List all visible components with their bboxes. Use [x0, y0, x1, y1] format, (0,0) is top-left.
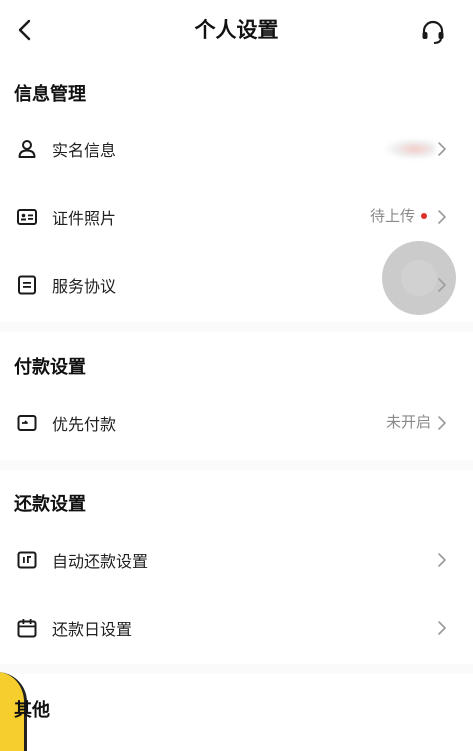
calendar-icon — [17, 619, 37, 638]
row-auto-repay[interactable]: 自动还款设置 — [0, 526, 473, 594]
document-icon — [18, 275, 36, 295]
row-real-name-info[interactable]: 实名信息 — [0, 115, 473, 183]
headset-icon[interactable] — [419, 18, 447, 46]
page-title: 个人设置 — [194, 18, 279, 42]
row-label: 优先付款 — [52, 415, 117, 434]
row-priority-payment[interactable]: 优先付款 未开启 — [0, 389, 473, 457]
top-bar: 个人设置 — [0, 0, 473, 60]
chevron-right-icon — [438, 210, 446, 224]
row-repay-day[interactable]: 还款日设置 — [0, 594, 473, 662]
status-dot — [421, 213, 427, 219]
personal-settings-page: 个人设置 信息管理 实名信息 证件照片 待上传 服务协议 付款设置 优先付款 未… — [0, 0, 473, 751]
section-title-other: 其他 — [14, 700, 50, 721]
row-label: 证件照片 — [52, 209, 117, 228]
section-divider — [0, 460, 473, 470]
section-title-repay: 还款设置 — [14, 494, 86, 515]
row-id-photo[interactable]: 证件照片 待上传 — [0, 183, 473, 251]
upload-status: 待上传 — [369, 207, 415, 225]
row-label: 还款日设置 — [52, 620, 133, 639]
priority-payment-status: 未开启 — [385, 413, 431, 431]
chevron-right-icon — [438, 553, 446, 567]
touch-indicator — [382, 241, 456, 315]
row-label: 实名信息 — [52, 141, 117, 160]
auto-repay-icon — [17, 551, 37, 569]
masked-value — [385, 139, 435, 159]
section-divider — [0, 664, 473, 674]
chevron-right-icon — [438, 142, 446, 156]
section-divider — [0, 322, 473, 332]
user-icon — [18, 140, 36, 158]
wallet-icon — [17, 415, 37, 431]
id-card-icon — [17, 209, 37, 225]
chevron-right-icon — [438, 621, 446, 635]
section-title-info: 信息管理 — [14, 84, 86, 105]
chevron-right-icon — [438, 416, 446, 430]
section-title-payment: 付款设置 — [14, 357, 86, 378]
row-label: 服务协议 — [52, 277, 117, 296]
row-label: 自动还款设置 — [52, 552, 149, 571]
